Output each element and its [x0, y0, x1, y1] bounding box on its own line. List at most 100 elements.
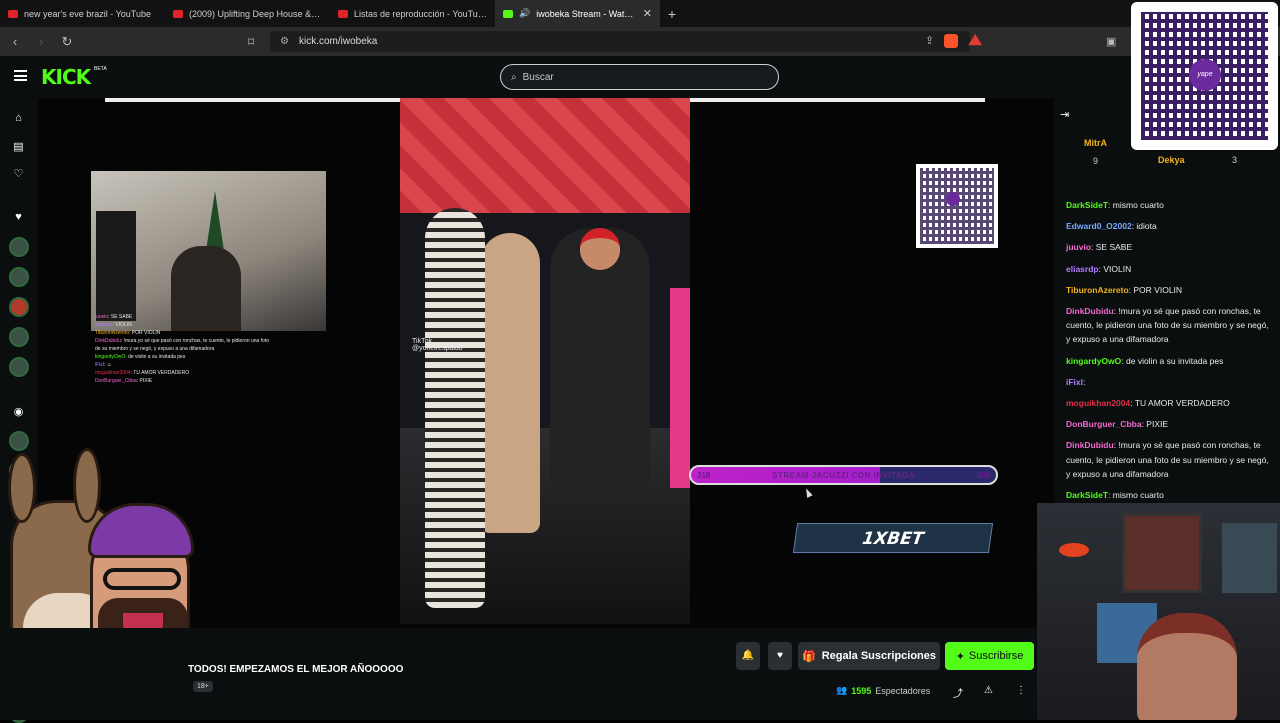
- channel-avatar[interactable]: [9, 267, 29, 287]
- chat-messages: DarkSideT: mismo cuarto Edward0_O2002: id…: [1066, 198, 1272, 509]
- overlay-user: DinkDubidu: [95, 338, 121, 344]
- tiktok-username: @yonelrespaldo: [412, 345, 463, 352]
- share-icon[interactable]: ⇪: [925, 34, 934, 48]
- overlay-text: SE SABE: [110, 314, 133, 320]
- wall-art: [1222, 523, 1277, 593]
- overlay-chat-line: juuvio: SE SABE: [95, 314, 133, 320]
- chat-username[interactable]: DarkSideT: [1066, 490, 1108, 500]
- stream-title: TODOS! EMPEZAMOS EL MEJOR AÑOOOOO: [188, 664, 404, 675]
- viewers-label: Espectadores: [875, 685, 931, 696]
- chat-username[interactable]: Edward0_O2002: [1066, 221, 1132, 231]
- browse-icon[interactable]: ▤: [12, 141, 25, 154]
- share-icon[interactable]: ⤴: [953, 685, 963, 700]
- gifter-name: Dekya: [1158, 155, 1185, 165]
- chat-username[interactable]: DinkDubidu: [1066, 440, 1114, 450]
- overlay-text: !mura yo sé que pasó con ronchas, te cue…: [95, 338, 270, 352]
- goal-progress-bar: 318 STREAM JACUZZI CON INVITADA 500: [689, 465, 998, 485]
- overlay-chat: juuvio: SE SABE eliasrdp: VIOLIN Tiburon…: [95, 313, 275, 385]
- yape-logo-icon: [946, 192, 960, 206]
- gifter-2: Dekya 3: [1158, 155, 1237, 165]
- gift-label: Regala Suscripciones: [821, 650, 937, 662]
- kick-logo[interactable]: KICK: [41, 65, 91, 89]
- toolbar-actions: ⇪: [925, 34, 983, 48]
- channel-avatar[interactable]: [9, 297, 29, 317]
- person-beige: [480, 233, 540, 533]
- gift-subs-button[interactable]: 🎁 Regala Suscripciones: [798, 642, 940, 670]
- notification-bell-button[interactable]: 🔔: [736, 642, 760, 670]
- back-icon[interactable]: ‹: [8, 34, 22, 49]
- home-icon[interactable]: ⌂: [12, 112, 25, 125]
- more-icon[interactable]: ⋮: [1016, 685, 1026, 696]
- streamer-webcam: [91, 171, 326, 331]
- search-placeholder: Buscar: [522, 71, 554, 83]
- follow-heart-button[interactable]: ♥: [768, 642, 792, 670]
- search-icon: ⌕: [511, 71, 517, 83]
- streamer-face: [1137, 613, 1237, 720]
- report-icon[interactable]: ⚠: [984, 685, 993, 696]
- gifter-count: 9: [1093, 156, 1099, 166]
- sidebar-toggle-icon[interactable]: ▣: [1106, 35, 1116, 48]
- chat-username[interactable]: juuvio: [1066, 242, 1091, 252]
- browser-tab[interactable]: new year's eve brazil - YouTube: [0, 0, 165, 27]
- chat-username[interactable]: kingardyOwO: [1066, 356, 1121, 366]
- channel-avatar[interactable]: [9, 237, 29, 257]
- brave-shields-icon[interactable]: [944, 34, 959, 48]
- chat-username[interactable]: DarkSideT: [1066, 200, 1108, 210]
- browser-tab[interactable]: (2009) Uplifting Deep House & Tranc: [165, 0, 330, 27]
- url-bar[interactable]: ⚙ kick.com/iwobeka: [270, 31, 970, 52]
- chat-username[interactable]: moguikhan2004: [1066, 398, 1130, 408]
- subscribe-button[interactable]: ✦ Suscribirse: [945, 642, 1034, 670]
- channel-avatar[interactable]: [9, 357, 29, 377]
- following-channels-icon[interactable]: ♥: [12, 211, 25, 224]
- person-red-cap: [550, 228, 650, 508]
- close-tab-icon[interactable]: ✕: [643, 7, 652, 20]
- bookmark-icon[interactable]: ⌑: [248, 35, 254, 49]
- chat-message: juuvio: SE SABE: [1066, 242, 1133, 253]
- site-settings-icon[interactable]: ⚙: [280, 36, 289, 47]
- new-tab-button[interactable]: +: [660, 6, 684, 22]
- tab-title: new year's eve brazil - YouTube: [24, 8, 151, 19]
- chat-username[interactable]: iFixl: [1066, 377, 1083, 387]
- chat-message: moguikhan2004: TU AMOR VERDADERO: [1066, 398, 1230, 409]
- brave-rewards-icon[interactable]: [968, 34, 983, 46]
- viewers-icon: 👥: [836, 685, 848, 695]
- chat-username[interactable]: DinkDubidu: [1066, 306, 1114, 316]
- following-icon[interactable]: ♡: [12, 168, 25, 181]
- chat-message: TiburonAzereto: POR VIOLIN: [1066, 284, 1183, 295]
- qr-code-small: [916, 164, 998, 248]
- overlay-user: kingardyOwO: [95, 354, 126, 360]
- chat-username[interactable]: DonBurguer_Cbba: [1066, 419, 1142, 429]
- wall-art: [1122, 513, 1202, 593]
- overlay-text: VIOLIN: [115, 322, 132, 328]
- collapse-chat-icon[interactable]: ⇥: [1060, 108, 1069, 121]
- lamp: [1059, 543, 1089, 557]
- chat-message: kingardyOwO: de violin a su invitada pes: [1066, 355, 1224, 366]
- overlay-text: POR VIOLIN: [131, 330, 161, 336]
- overlay-chat-line: moguikhan2004: TU AMOR VERDADERO: [95, 370, 190, 376]
- browser-tab-active[interactable]: 🔊 iwobeka Stream - Watch Live ✕: [495, 0, 660, 27]
- chat-text: POR VIOLIN: [1133, 284, 1183, 295]
- person-striped: [425, 208, 485, 608]
- overlay-text: TU AMOR VERDADERO: [133, 370, 190, 376]
- chat-message: eliasrdp: VIOLIN: [1066, 263, 1132, 274]
- chat-message: DarkSideT: mismo cuarto: [1066, 200, 1164, 210]
- person-pink: [670, 288, 690, 488]
- live-icon[interactable]: ◉: [12, 406, 25, 419]
- menu-icon[interactable]: [14, 70, 27, 81]
- search-input[interactable]: ⌕ Buscar: [500, 64, 779, 90]
- chat-username[interactable]: eliasrdp: [1066, 264, 1099, 274]
- browser-tab[interactable]: Listas de reproducción - YouTube: [330, 0, 495, 27]
- channel-avatar[interactable]: [9, 431, 29, 451]
- mouse-cursor-icon: [803, 487, 813, 498]
- youtube-icon: [173, 9, 183, 18]
- forward-icon[interactable]: ›: [34, 34, 48, 49]
- tab-title: Listas de reproducción - YouTube: [354, 8, 487, 19]
- youtube-icon: [8, 9, 18, 18]
- overlay-chat-line: eliasrdp: VIOLIN: [95, 322, 132, 328]
- channel-avatar[interactable]: [9, 327, 29, 347]
- chat-username[interactable]: TiburonAzereto: [1066, 285, 1129, 295]
- patterned-wall: [400, 98, 690, 213]
- gifter-name: MitrA: [1084, 138, 1107, 148]
- reload-icon[interactable]: ↻: [60, 34, 74, 50]
- tiktok-logo-text: TikTok: [412, 338, 432, 345]
